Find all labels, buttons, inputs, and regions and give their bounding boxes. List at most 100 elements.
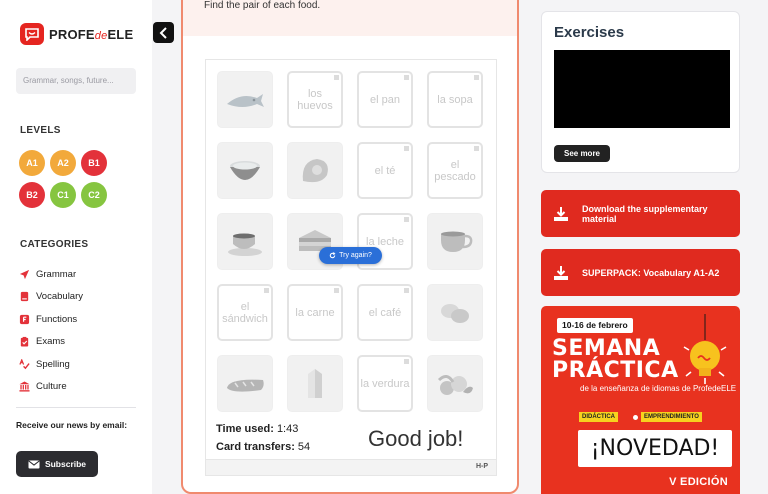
category-label: Exams	[36, 336, 66, 348]
promo-novedad: ¡NOVEDAD!	[578, 430, 732, 467]
category-label: Grammar	[36, 268, 77, 280]
coffee-cup-icon	[228, 233, 262, 256]
card-tea[interactable]	[427, 213, 483, 270]
ham-icon	[302, 158, 328, 182]
category-grammar[interactable]: Grammar	[19, 263, 83, 286]
h5p-footer: H-P	[206, 459, 496, 475]
card-ham[interactable]	[287, 142, 343, 199]
h5p-logo[interactable]: H-P	[476, 463, 488, 470]
card-text[interactable]: el café	[357, 284, 413, 341]
level-c1-button[interactable]: C1	[50, 182, 76, 208]
tag-emprendimiento: EMPRENDIMIENTO	[641, 412, 702, 422]
fish-icon	[227, 93, 264, 107]
chevron-left-icon	[159, 26, 167, 39]
download-label: Download the supplementary material	[582, 203, 708, 224]
category-label: Culture	[36, 381, 67, 393]
spell-check-icon	[19, 358, 30, 370]
category-exams[interactable]: Exams	[19, 331, 83, 354]
card-text[interactable]: el té	[357, 142, 413, 199]
promo-banner[interactable]: 10-16 de febrero SEMANA PRÁCTICA de la e…	[541, 306, 740, 494]
instruction-text: Find the pair of each food.	[204, 0, 321, 11]
category-spelling[interactable]: Spelling	[19, 353, 83, 376]
milk-carton-icon	[308, 368, 322, 398]
see-more-button[interactable]: See more	[554, 145, 610, 162]
card-coffee[interactable]	[217, 213, 273, 270]
card-transfers-value: 54	[297, 441, 311, 453]
card-text[interactable]: la sopa	[427, 71, 483, 128]
download-icon	[554, 206, 568, 221]
promo-date: 10-16 de febrero	[557, 318, 633, 333]
card-text[interactable]: la verdura	[357, 355, 413, 412]
category-vocabulary[interactable]: Vocabulary	[19, 286, 83, 309]
clipboard-icon	[19, 336, 30, 347]
subscribe-button[interactable]: Subscribe	[16, 451, 98, 477]
promo-subtitle: de la enseñanza de idiomas de ProfedeELE	[580, 384, 737, 393]
category-label: Vocabulary	[36, 291, 84, 303]
refresh-icon	[329, 252, 336, 259]
category-culture[interactable]: Culture	[19, 376, 83, 399]
download-icon	[554, 265, 568, 280]
lightbulb-icon	[683, 314, 727, 384]
site-logo[interactable]: PROFEdeELE	[20, 23, 133, 45]
game-stats: Time used: 1:43 Card transfers: 54	[216, 423, 310, 459]
card-fish[interactable]	[217, 71, 273, 128]
time-used-value: 1:43	[276, 423, 299, 435]
exercises-widget: Exercises See more	[541, 11, 740, 173]
logo-text: PROFEdeELE	[49, 26, 134, 42]
card-text[interactable]: la carne	[287, 284, 343, 341]
tea-cup-icon	[441, 231, 473, 252]
exercise-card: Find the pair of each food. los huevos e…	[181, 0, 519, 494]
logo-face-icon	[20, 23, 44, 45]
time-used-label: Time used:	[216, 423, 274, 435]
soup-bowl-icon	[230, 160, 260, 180]
sidebar: PROFEdeELE Grammar, songs, future... LEV…	[0, 0, 152, 494]
newsletter-text: Receive our news by email:	[16, 420, 128, 430]
card-vegetables[interactable]	[427, 355, 483, 412]
level-b1-button[interactable]: B1	[81, 150, 107, 176]
category-label: Spelling	[36, 358, 70, 370]
superpack-button[interactable]: SUPERPACK: Vocabulary A1-A2	[541, 249, 740, 296]
subscribe-label: Subscribe	[44, 459, 87, 469]
card-text[interactable]: los huevos	[287, 71, 343, 128]
superpack-label: SUPERPACK: Vocabulary A1-A2	[582, 267, 720, 278]
tag-separator	[633, 415, 638, 420]
card-eggs[interactable]	[427, 284, 483, 341]
try-again-label: Try again?	[339, 252, 372, 259]
bread-icon	[227, 379, 264, 392]
collapse-sidebar-button[interactable]	[153, 22, 174, 43]
envelope-icon	[28, 460, 40, 468]
tag-didactica: DIDÁCTICA	[579, 412, 618, 422]
instruction-banner: Find the pair of each food.	[183, 0, 517, 36]
video-player[interactable]	[554, 50, 730, 128]
category-label: Functions	[36, 313, 78, 325]
result-message: Good job!	[368, 426, 464, 451]
book-icon	[19, 291, 30, 302]
level-c2-button[interactable]: C2	[81, 182, 107, 208]
landmark-icon	[19, 381, 30, 392]
try-again-button[interactable]: Try again?	[319, 247, 382, 264]
card-bread[interactable]	[217, 355, 273, 412]
download-material-button[interactable]: Download the supplementary material	[541, 190, 740, 237]
level-a2-button[interactable]: A2	[50, 150, 76, 176]
card-milk[interactable]	[287, 355, 343, 412]
card-text[interactable]: el pescado	[427, 142, 483, 199]
search-input[interactable]: Grammar, songs, future...	[16, 68, 136, 94]
level-b2-button[interactable]: B2	[19, 182, 45, 208]
categories-heading: CATEGORIES	[20, 239, 89, 250]
exercises-title: Exercises	[554, 24, 625, 41]
category-functions[interactable]: Functions	[19, 308, 83, 331]
levels-heading: LEVELS	[20, 125, 61, 136]
card-soup[interactable]	[217, 142, 273, 199]
memory-game-board: los huevos el pan la sopa el té el pesca…	[205, 59, 497, 476]
vegetables-icon	[437, 374, 473, 395]
card-text[interactable]: el sándwich	[217, 284, 273, 341]
card-text[interactable]: el pan	[357, 71, 413, 128]
levels-group: A1 A2 B1 B2 C1 C2	[19, 150, 119, 214]
level-a1-button[interactable]: A1	[19, 150, 45, 176]
f-square-icon	[19, 314, 30, 325]
promo-headline-2: PRÁCTICA	[552, 358, 679, 383]
sidebar-divider	[16, 407, 136, 408]
categories-list: Grammar Vocabulary Functions Exams Spell…	[19, 263, 83, 398]
promo-edition: V EDICIÓN	[669, 476, 728, 488]
paper-plane-icon	[19, 269, 30, 280]
